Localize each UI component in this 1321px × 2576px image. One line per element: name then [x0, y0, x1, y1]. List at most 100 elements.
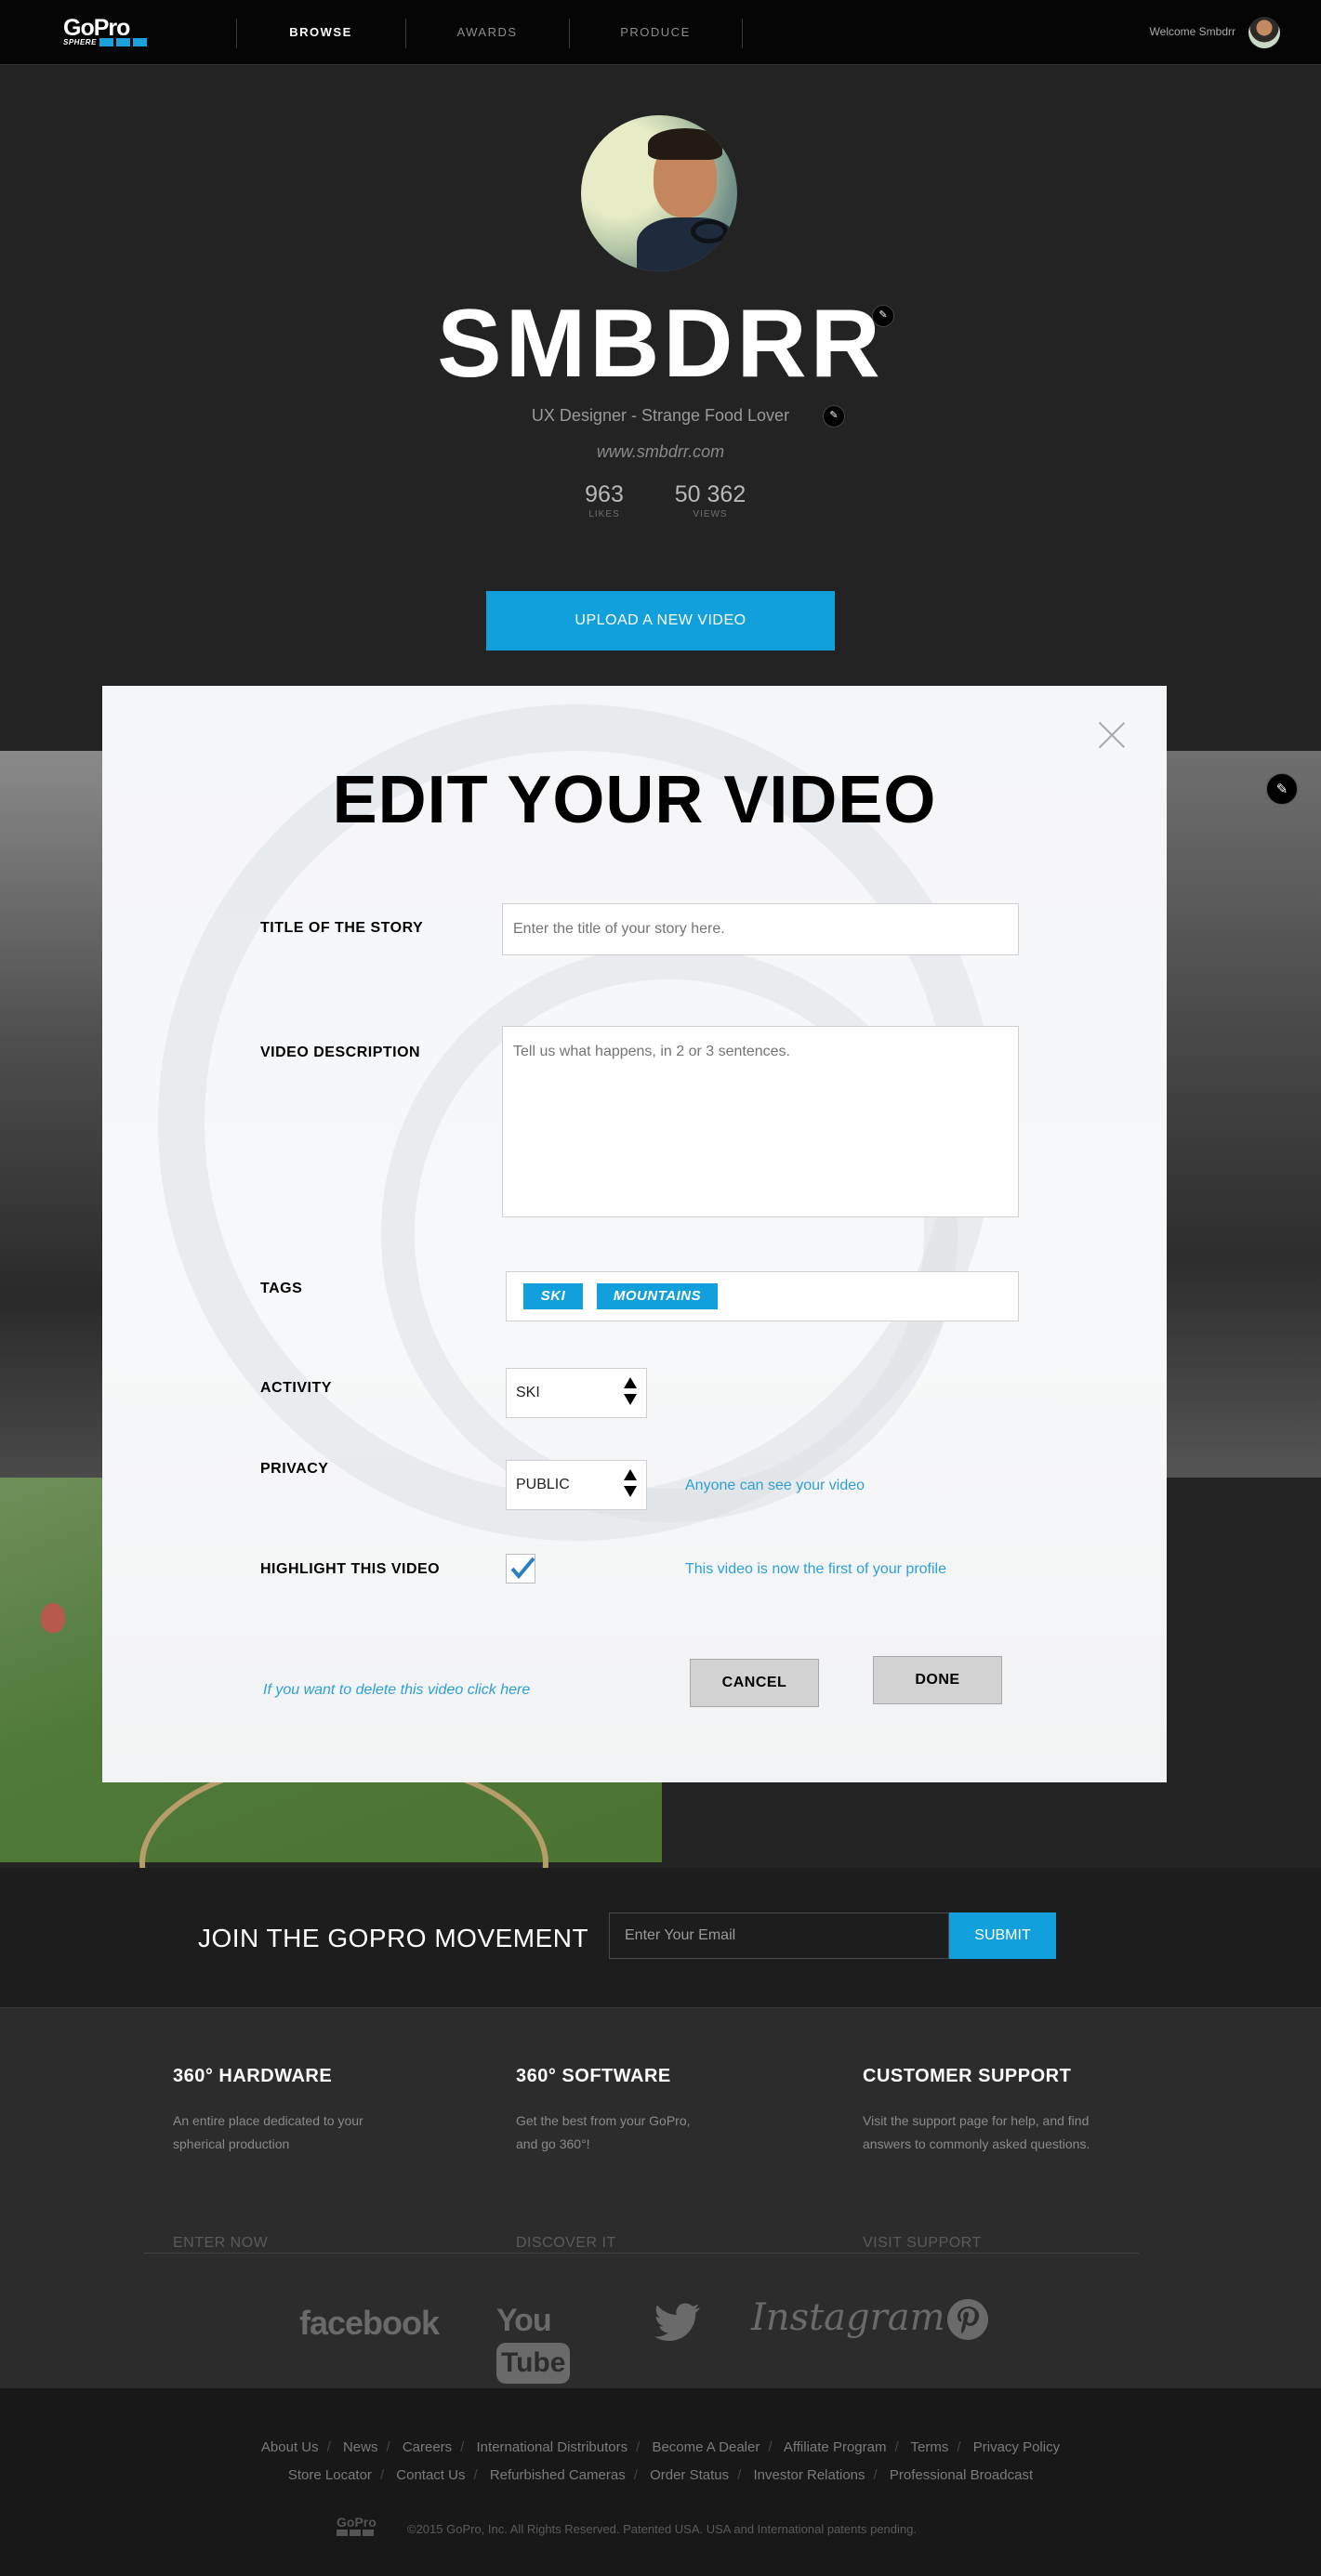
footer-link[interactable]: Contact Us: [396, 2467, 465, 2483]
facebook-icon[interactable]: facebook: [299, 2304, 440, 2343]
pinterest-icon[interactable]: [946, 2298, 989, 2346]
close-icon[interactable]: [1098, 721, 1126, 749]
highlight-hint: This video is now the first of your prof…: [685, 1561, 947, 1577]
email-input[interactable]: Enter Your Email: [609, 1912, 949, 1959]
discover-link[interactable]: DISCOVER IT: [516, 2235, 616, 2252]
footer-gopro-logo: GoPro: [337, 2516, 389, 2540]
stat-label: LIKES: [588, 509, 620, 519]
done-button[interactable]: DONE: [873, 1656, 1002, 1704]
youtube-you: You: [496, 2303, 552, 2338]
logo-bar: [132, 38, 147, 46]
video-thumbnail[interactable]: [1167, 751, 1321, 1478]
story-title-label: TITLE OF THE STORY: [260, 920, 424, 936]
cancel-button[interactable]: CANCEL: [690, 1659, 819, 1707]
profile-tagline: UX Designer - Strange Food Lover: [531, 406, 790, 425]
edit-video-icon[interactable]: [1266, 773, 1298, 805]
welcome-text[interactable]: Welcome Smbdrr: [1150, 25, 1235, 38]
tag-chip[interactable]: MOUNTAINS: [597, 1283, 718, 1309]
footer-link[interactable]: About Us: [261, 2439, 319, 2455]
nav-item-awards[interactable]: AWARDS: [405, 25, 569, 39]
join-title: JOIN THE GOPRO MOVEMENT: [198, 1924, 589, 1952]
column-text: Visit the support page for help, and fin…: [863, 2113, 1090, 2151]
footer-link[interactable]: Terms: [911, 2439, 949, 2455]
tags-label: TAGS: [260, 1281, 303, 1296]
submit-button[interactable]: SUBMIT: [949, 1912, 1056, 1959]
footer-links-row: About Us / News / Careers / International D…: [260, 2439, 1061, 2455]
privacy-label: PRIVACY: [260, 1461, 329, 1477]
footer-link[interactable]: News: [343, 2439, 378, 2455]
visit-support-link[interactable]: VISIT SUPPORT: [863, 2235, 982, 2252]
youtube-icon[interactable]: You Tube: [496, 2298, 602, 2384]
stat-value: 963: [585, 481, 624, 507]
logo-bar: [99, 38, 113, 46]
footer-divider: [144, 2253, 1139, 2254]
stat-likes: 963 LIKES: [576, 481, 632, 519]
privacy-hint: Anyone can see your video: [685, 1478, 865, 1493]
bottom-bar: About Us / News / Careers / International D…: [0, 2388, 1321, 2576]
footer-link[interactable]: Order Status: [650, 2467, 729, 2483]
upload-video-button[interactable]: UPLOAD A NEW VIDEO: [486, 591, 835, 651]
description-label: VIDEO DESCRIPTION: [260, 1045, 421, 1060]
footer-link[interactable]: Investor Relations: [753, 2467, 865, 2483]
footer-link[interactable]: Store Locator: [288, 2467, 372, 2483]
nav-divider: [742, 19, 743, 48]
tag-chip[interactable]: SKI: [523, 1283, 583, 1309]
top-nav: GoPro SPHERE BROWSE AWARDS PRODUCE Welco…: [0, 0, 1321, 65]
stat-views: 50 362 VIEWS: [662, 481, 759, 519]
footer-link[interactable]: Refurbished Cameras: [490, 2467, 626, 2483]
checkmark-icon: [510, 1557, 535, 1580]
footer-logo-wordmark: GoPro: [337, 2515, 376, 2530]
up-down-arrows-icon: [624, 1469, 637, 1503]
up-down-arrows-icon: [624, 1377, 637, 1411]
profile-username: SMBDRR: [437, 290, 884, 398]
footer-link[interactable]: Become A Dealer: [652, 2439, 760, 2455]
newsletter-section: JOIN THE GOPRO MOVEMENT Enter Your Email…: [0, 1868, 1321, 2007]
stat-label: VIEWS: [693, 509, 728, 519]
activity-select[interactable]: SKI: [506, 1368, 647, 1418]
story-title-input[interactable]: [502, 903, 1019, 955]
privacy-select[interactable]: PUBLIC: [506, 1460, 647, 1510]
gopro-logo[interactable]: GoPro SPHERE: [63, 17, 164, 48]
nav-item-browse[interactable]: BROWSE: [236, 25, 405, 39]
youtube-tube: Tube: [496, 2343, 571, 2384]
edit-tagline-icon[interactable]: [823, 405, 845, 427]
column-title: 360° HARDWARE: [173, 2066, 333, 2086]
footer-column-support: CUSTOMER SUPPORT Visit the support page …: [863, 2066, 1123, 2251]
logo-bar: [115, 38, 130, 46]
column-text: An entire place dedicated to your spheri…: [173, 2113, 363, 2151]
user-avatar[interactable]: [1248, 17, 1280, 48]
enter-now-link[interactable]: ENTER NOW: [173, 2235, 268, 2252]
column-title: CUSTOMER SUPPORT: [863, 2066, 1072, 2086]
footer-column-software: 360° SOFTWARE Get the best from your GoP…: [516, 2066, 776, 2251]
profile-website[interactable]: www.smbdrr.com: [0, 442, 1321, 462]
profile-avatar: [581, 115, 737, 271]
footer-link[interactable]: International Distributors: [477, 2439, 628, 2455]
footer-link[interactable]: Affiliate Program: [784, 2439, 887, 2455]
edit-username-icon[interactable]: [872, 305, 894, 327]
video-thumbnail[interactable]: [0, 751, 102, 1478]
hot-air-balloon: [41, 1603, 65, 1633]
highlight-label: HIGHLIGHT THIS VIDEO: [260, 1561, 441, 1577]
column-title: 360° SOFTWARE: [516, 2066, 671, 2086]
description-textarea[interactable]: [502, 1026, 1019, 1217]
column-text: Get the best from your GoPro, and go 360…: [516, 2113, 691, 2151]
edit-video-modal: EDIT YOUR VIDEO TITLE OF THE STORY VIDEO…: [102, 686, 1167, 1782]
footer-link[interactable]: Careers: [403, 2439, 452, 2455]
nav-item-produce[interactable]: PRODUCE: [569, 25, 742, 39]
copyright-text: ©2015 GoPro, Inc. All Rights Reserved. P…: [407, 2522, 917, 2536]
footer: 360° HARDWARE An entire place dedicated …: [0, 2007, 1321, 2388]
logo-wordmark: GoPro: [63, 15, 130, 41]
delete-video-link[interactable]: If you want to delete this video click h…: [263, 1682, 530, 1699]
twitter-icon[interactable]: [654, 2302, 702, 2347]
highlight-checkbox[interactable]: [506, 1554, 535, 1584]
footer-link[interactable]: Privacy Policy: [973, 2439, 1060, 2455]
activity-label: ACTIVITY: [260, 1380, 332, 1396]
stat-value: 50 362: [674, 481, 746, 507]
logo-subtext: SPHERE: [63, 38, 97, 46]
activity-value: SKI: [516, 1385, 540, 1400]
footer-links-row: Store Locator / Contact Us / Refurbished C…: [287, 2467, 1034, 2483]
privacy-value: PUBLIC: [516, 1477, 570, 1492]
footer-link[interactable]: Professional Broadcast: [890, 2467, 1033, 2483]
instagram-icon[interactable]: Instagram: [751, 2296, 945, 2339]
modal-title: EDIT YOUR VIDEO: [332, 763, 937, 837]
